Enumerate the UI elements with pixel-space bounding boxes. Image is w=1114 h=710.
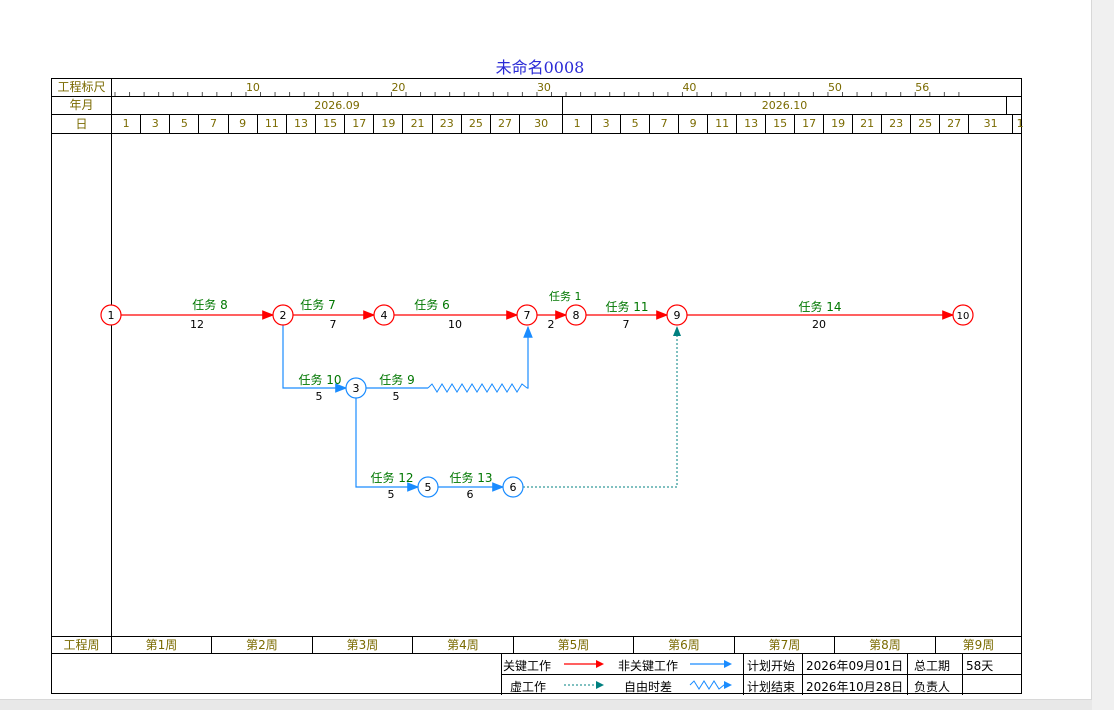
svg-text:1: 1 <box>108 309 115 322</box>
dummy-arrow <box>523 326 681 488</box>
svg-text:5: 5 <box>425 481 432 494</box>
task-label: 任务 14 <box>798 299 841 314</box>
task-duration: 12 <box>190 318 204 331</box>
task-duration: 7 <box>330 318 337 331</box>
total-duration-label: 总工期 <box>914 659 951 673</box>
week-cell: 第5周 <box>514 637 634 653</box>
task-duration: 5 <box>393 390 400 403</box>
owner-label: 负责人 <box>914 680 951 694</box>
task-duration: 20 <box>812 318 826 331</box>
node-5[interactable]: 5 <box>417 476 439 498</box>
legend-free-float-wave <box>689 680 732 690</box>
task-label: 任务 6 <box>414 297 449 312</box>
task-duration: 6 <box>467 488 474 501</box>
total-duration-value: 58天 <box>966 659 994 673</box>
svg-text:4: 4 <box>381 309 388 322</box>
svg-text:6: 6 <box>510 481 517 494</box>
week-cell: 第3周 <box>313 637 413 653</box>
task-duration: 5 <box>388 488 395 501</box>
node-8[interactable]: 8 <box>565 304 587 326</box>
task-label: 任务 11 <box>605 299 648 314</box>
node-1[interactable]: 1 <box>100 304 122 326</box>
task-duration: 7 <box>623 318 630 331</box>
task-label: 任务 8 <box>192 297 227 312</box>
task-label: 任务 7 <box>300 297 335 312</box>
week-cell: 第8周 <box>835 637 936 653</box>
legend-table: 关键工作 非关键工作 虚工作 自由时差 计划开始 2026年09月01日 总工期… <box>52 654 1021 695</box>
week-cell: 第1周 <box>112 637 212 653</box>
legend-noncritical-arrow <box>690 660 732 668</box>
legend-critical-label: 关键工作 <box>503 659 552 673</box>
node-10[interactable]: 10 <box>952 304 974 326</box>
node-9[interactable]: 9 <box>666 304 688 326</box>
week-cell: 第7周 <box>735 637 835 653</box>
plan-start-value: 2026年09月01日 <box>806 659 904 673</box>
svg-text:3: 3 <box>353 382 360 395</box>
plan-start-label: 计划开始 <box>747 659 796 673</box>
task-label: 任务 9 <box>379 372 414 387</box>
horizontal-scrollbar[interactable] <box>0 699 1092 710</box>
task-label: 任务 13 <box>449 470 492 485</box>
plan-end-label: 计划结束 <box>747 680 796 694</box>
legend-critical-arrow <box>564 660 604 668</box>
vertical-scrollbar[interactable] <box>1091 0 1114 710</box>
week-cell: 第4周 <box>413 637 514 653</box>
svg-text:9: 9 <box>674 309 681 322</box>
week-row: 工程周 第1周 第2周 第3周 第4周 第5周 第6周 第7周 第8周 第9周 <box>52 636 1021 654</box>
task-label: 任务 12 <box>370 470 413 485</box>
node-4[interactable]: 4 <box>373 304 395 326</box>
week-cell: 第6周 <box>634 637 735 653</box>
network-diagram: 1 2 3 4 5 6 7 8 9 10 任务 8 任务 7 任务 6 任务 1… <box>100 290 974 501</box>
chart-title: 未命名0008 <box>495 58 585 77</box>
task-duration: 10 <box>448 318 462 331</box>
node-6[interactable]: 6 <box>502 476 524 498</box>
task-duration: 5 <box>316 390 323 403</box>
week-cell: 第2周 <box>212 637 313 653</box>
network-chart: 工程标尺 10 20 30 40 50 56 年月 2026.09 2026.10 日 1… <box>51 78 1024 695</box>
legend-dummy-label: 虚工作 <box>510 680 547 694</box>
task-label: 任务 10 <box>298 372 341 387</box>
plan-end-value: 2026年10月28日 <box>806 680 904 694</box>
svg-text:7: 7 <box>524 309 531 322</box>
task-duration: 2 <box>548 318 555 331</box>
legend-dummy-arrow <box>564 681 604 689</box>
week-cell: 第9周 <box>962 638 995 652</box>
svg-text:10: 10 <box>957 311 970 322</box>
node-3[interactable]: 3 <box>345 377 367 399</box>
node-7[interactable]: 7 <box>516 304 538 326</box>
free-float-task-9 <box>427 383 528 393</box>
node-2[interactable]: 2 <box>272 304 294 326</box>
svg-text:2: 2 <box>280 309 287 322</box>
legend-free-float-label: 自由时差 <box>624 680 673 694</box>
task-label: 任务 1 <box>549 290 582 303</box>
svg-text:8: 8 <box>573 309 580 322</box>
arrow-task-9-up <box>523 325 533 389</box>
week-label: 工程周 <box>52 637 112 653</box>
legend-noncritical-label: 非关键工作 <box>618 659 679 673</box>
